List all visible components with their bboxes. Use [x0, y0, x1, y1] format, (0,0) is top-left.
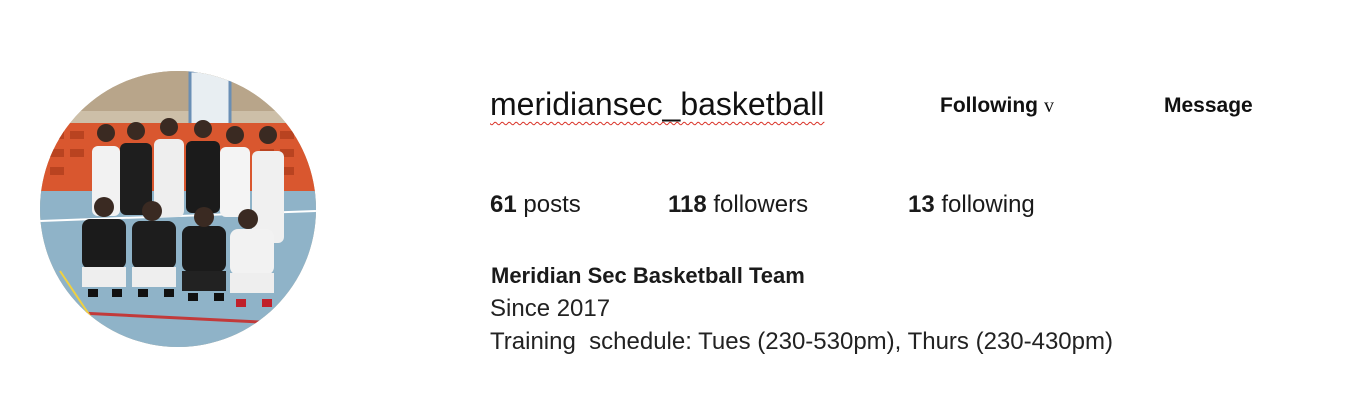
- followers-count[interactable]: 118 followers: [668, 190, 808, 220]
- chevron-down-icon: v: [1043, 95, 1054, 117]
- posts-count-label: posts: [523, 191, 581, 218]
- following-button[interactable]: Following v: [940, 92, 1054, 120]
- following-count-value: 13: [908, 191, 935, 218]
- followers-count-value: 118: [668, 191, 707, 218]
- following-count[interactable]: 13 following: [908, 190, 1035, 220]
- bio-line-since: Since 2017: [490, 295, 611, 322]
- posts-count[interactable]: 61 posts: [490, 190, 581, 220]
- posts-count-value: 61: [490, 191, 517, 218]
- profile-avatar[interactable]: [40, 71, 316, 347]
- profile-username: meridiansec_basketball: [490, 86, 825, 122]
- bio-full-name: Meridian Sec Basketball Team: [491, 263, 805, 288]
- followers-count-label: followers: [713, 191, 809, 218]
- message-button[interactable]: Message: [1164, 92, 1253, 120]
- following-button-label: Following: [940, 94, 1038, 117]
- following-count-label: following: [941, 191, 1035, 218]
- bio-line-schedule: Training schedule: Tues (230-530pm), Thu…: [490, 328, 1113, 355]
- team-photo-image: [40, 71, 316, 347]
